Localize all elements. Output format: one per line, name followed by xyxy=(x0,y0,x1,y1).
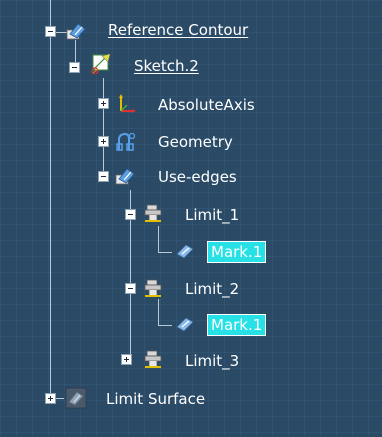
tree-line xyxy=(158,325,172,326)
tree-node-label[interactable]: Limit_2 xyxy=(185,279,239,299)
tree-node-label[interactable]: Limit Surface xyxy=(106,389,205,409)
axis-icon xyxy=(115,93,137,115)
mark-icon xyxy=(174,240,196,262)
limit-icon xyxy=(143,202,165,224)
tree-node-label[interactable]: Limit_3 xyxy=(185,351,239,371)
tree-node-label[interactable]: Sketch.2 xyxy=(134,56,199,76)
expand-icon[interactable] xyxy=(45,393,56,404)
tree-line xyxy=(158,226,159,252)
limit-icon xyxy=(143,348,165,370)
tree-node-label[interactable]: Use-edges xyxy=(158,167,237,187)
limit-icon xyxy=(143,277,165,299)
expand-icon[interactable] xyxy=(121,354,132,365)
expand-icon[interactable] xyxy=(98,98,109,109)
tree-node-label[interactable]: Reference Contour xyxy=(108,20,248,40)
collapse-icon[interactable] xyxy=(125,209,136,220)
expand-icon[interactable] xyxy=(98,136,109,147)
use-edges-icon xyxy=(115,165,137,187)
collapse-icon[interactable] xyxy=(98,171,109,182)
tree-node-label-selected[interactable]: Mark.1 xyxy=(207,314,267,336)
tree-line xyxy=(50,0,51,398)
collapse-icon[interactable] xyxy=(125,283,136,294)
tree-line xyxy=(158,252,172,253)
tree-node-label-selected[interactable]: Mark.1 xyxy=(207,241,267,263)
specification-tree: Reference Contour Sketch.2 AbsoluteAxis … xyxy=(0,0,382,437)
tree-line xyxy=(75,40,76,62)
tree-line xyxy=(103,78,104,176)
reference-contour-icon xyxy=(66,20,88,42)
collapse-icon[interactable] xyxy=(69,62,80,73)
mark-icon xyxy=(174,313,196,335)
limit-surface-icon xyxy=(65,387,87,409)
tree-line xyxy=(158,299,159,325)
tree-node-label[interactable]: Geometry xyxy=(158,132,233,152)
geometry-icon xyxy=(115,130,137,152)
tree-node-label[interactable]: AbsoluteAxis xyxy=(158,95,255,115)
sketch-icon xyxy=(90,52,112,74)
tree-node-label[interactable]: Limit_1 xyxy=(185,205,239,225)
collapse-icon[interactable] xyxy=(45,26,56,37)
